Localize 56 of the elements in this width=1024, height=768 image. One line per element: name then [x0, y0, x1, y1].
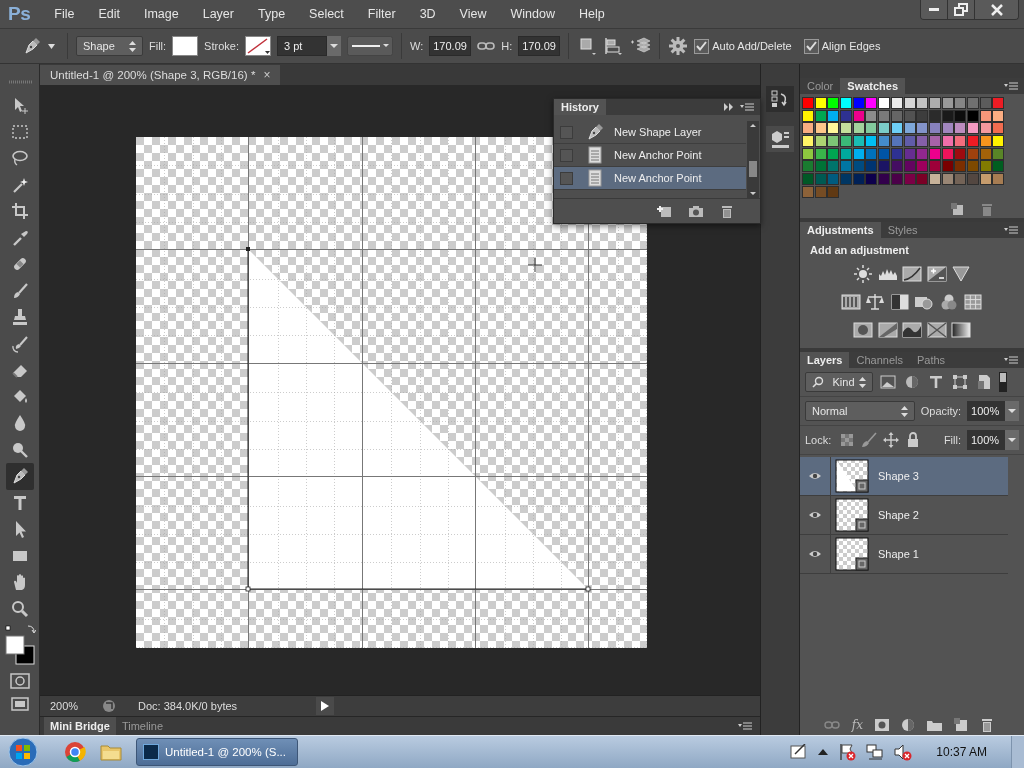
taskbar-window-button[interactable]: Untitled-1 @ 200% (S... — [136, 738, 298, 766]
document-tab[interactable]: Untitled-1 @ 200% (Shape 3, RGB/16) * × — [40, 65, 281, 85]
panel-tab[interactable]: Channels — [849, 352, 910, 368]
clock[interactable]: 10:37 AM — [926, 745, 997, 759]
panel-tab[interactable]: Styles — [880, 222, 925, 238]
height-label: H: — [501, 40, 513, 52]
menu-item[interactable]: Help — [566, 7, 617, 21]
menu-item[interactable]: Image — [131, 7, 191, 21]
width-label: W: — [409, 40, 424, 52]
layer-row[interactable]: Shape 1 — [800, 535, 1008, 574]
panel-tab[interactable]: Mini Bridge — [44, 717, 116, 735]
menu-item[interactable]: Layer — [190, 7, 246, 21]
menu-item[interactable]: Edit — [86, 7, 132, 21]
opacity-label: Opacity: — [920, 405, 962, 417]
tool-mode-dropdown[interactable]: Shape — [76, 36, 143, 56]
lock-label: Lock: — [805, 434, 832, 446]
panel-tab[interactable]: History — [554, 99, 606, 115]
menu-item[interactable]: Filter — [355, 7, 408, 21]
zoom-field[interactable]: 200% — [40, 700, 94, 712]
checkbox-label: Auto Add/Delete — [712, 40, 792, 52]
stroke-width-field[interactable]: 3 pt — [276, 36, 327, 56]
history-step[interactable]: New Anchor Point — [554, 144, 746, 167]
history-step[interactable]: New Anchor Point — [554, 167, 746, 190]
menu-item[interactable]: Type — [246, 7, 298, 21]
menu-item[interactable]: File — [42, 7, 87, 21]
layer-style-button[interactable]: fx — [851, 718, 863, 732]
opacity-field[interactable]: 100% — [967, 401, 1005, 421]
panel-tab[interactable]: Color — [800, 78, 841, 94]
fill-field[interactable]: 100% — [967, 430, 1005, 450]
checkbox-label: Align Edges — [821, 40, 881, 52]
layer-name: Shape 3 — [878, 470, 919, 482]
menu-item[interactable]: View — [447, 7, 499, 21]
menu-item[interactable]: 3D — [407, 7, 448, 21]
layer-row[interactable]: Shape 3 — [800, 457, 1008, 496]
panel-tab[interactable]: Layers — [800, 352, 850, 368]
menu-item[interactable]: Window — [498, 7, 567, 21]
stroke-label: Stroke: — [204, 40, 239, 52]
layer-filter-dropdown[interactable]: Kind — [805, 372, 873, 392]
height-field[interactable]: 170.09 — [518, 36, 561, 56]
document-info: Doc: 384.0K/0 bytes — [137, 700, 239, 712]
app-logo: Ps — [7, 3, 32, 25]
history-step[interactable]: New Shape Layer — [554, 121, 746, 144]
panel-heading: Add an adjustment — [809, 243, 910, 258]
panel-tab[interactable]: Swatches — [840, 78, 906, 94]
panel-tab[interactable]: Paths — [909, 352, 953, 368]
fill-label: Fill: — [943, 434, 961, 446]
fill-label: Fill: — [149, 40, 167, 52]
layer-name: Shape 2 — [878, 509, 919, 521]
panel-tab[interactable]: Adjustments — [800, 222, 881, 238]
panel-tab[interactable]: Timeline — [115, 717, 170, 735]
blend-mode-dropdown[interactable]: Normal — [805, 401, 915, 421]
menu-item[interactable]: Select — [297, 7, 356, 21]
layer-row[interactable]: Shape 2 — [800, 496, 1008, 535]
close-tab-button[interactable]: × — [263, 68, 271, 82]
width-field[interactable]: 170.09 — [429, 36, 472, 56]
layer-name: Shape 1 — [878, 548, 919, 560]
